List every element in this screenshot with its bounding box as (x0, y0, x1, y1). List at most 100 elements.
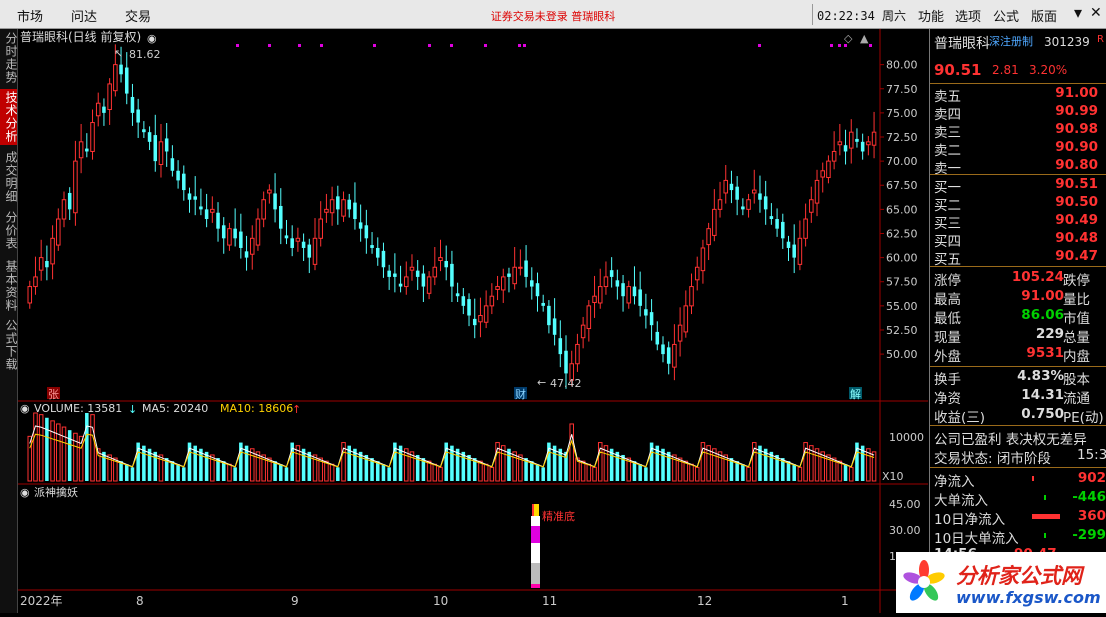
volume-bar (182, 467, 186, 481)
menu-options[interactable]: 选项 (955, 6, 981, 25)
signal-dot (838, 44, 841, 47)
volume-bar (170, 461, 175, 481)
candle-body (404, 276, 409, 288)
volume-bar (837, 460, 843, 482)
candle-body (113, 64, 118, 92)
last-price: 90.51 (934, 61, 982, 79)
candle-body (871, 131, 877, 146)
row-label: 买五 (934, 252, 961, 268)
ma10-up-arrow-icon: ↑ (292, 403, 301, 416)
candle-body (735, 186, 739, 200)
menu-layout[interactable]: 版面 (1031, 6, 1057, 25)
volume-bar (694, 466, 700, 482)
row-right-label: 股本 (1063, 372, 1090, 388)
ask-level-2: 卖二 90.90 (934, 139, 1106, 159)
candle-body (524, 260, 528, 277)
candle-body (164, 138, 169, 152)
watermark-text: 分析家公式网 (956, 564, 1082, 588)
volume-bar (632, 461, 637, 481)
candle-body (50, 237, 55, 265)
diamond-icon[interactable]: ◇ (844, 32, 853, 45)
volume-unit: X10 (882, 470, 904, 483)
volume-bar (336, 467, 340, 481)
minimize-icon[interactable]: ▾ (1074, 3, 1082, 22)
volume-bar (717, 451, 723, 482)
volume-bar (375, 461, 380, 481)
row-right-label: 流通 (1063, 391, 1090, 407)
scroll-up-icon[interactable]: ▲ (860, 32, 869, 45)
candle-body (723, 179, 729, 194)
price-tick: 77.50 (886, 83, 918, 96)
candle-body (483, 305, 489, 323)
volume-bar (38, 414, 44, 482)
row-value: 9531 (1026, 345, 1064, 361)
price-tick: 50.00 (886, 348, 918, 361)
candle-body (170, 158, 175, 171)
signal-dot (450, 44, 453, 47)
candle-body (375, 247, 380, 258)
volume-bar (792, 464, 796, 481)
candle-body (56, 218, 61, 246)
x-label-2022: 2022年 (20, 594, 63, 608)
candle-body (580, 324, 586, 339)
volume-bar (130, 467, 135, 481)
chart-title: 普瑞眼科(日线 前复权) (20, 29, 141, 44)
chart-area[interactable]: 50.00 52.50 55.00 57.50 60.00 62.50 65.00 67.50… (18, 29, 928, 613)
candle-body (792, 244, 796, 258)
row-value: 14.31 (1021, 387, 1064, 403)
menu-function[interactable]: 功能 (918, 6, 944, 25)
tab-intraday[interactable]: 分时走势 (0, 31, 18, 85)
candle-body (221, 225, 226, 239)
price-change: 2.81 (992, 63, 1019, 77)
candle-body (421, 273, 426, 287)
row-label: 买二 (934, 198, 961, 214)
menu-wenda[interactable]: 问达 (71, 6, 97, 25)
volume-bar (67, 430, 72, 481)
volume-icon[interactable]: ◉ (20, 402, 30, 415)
candle-body (609, 270, 614, 277)
candle-body (136, 109, 140, 123)
row-value: 90.98 (1055, 121, 1098, 137)
row-value: 0.750 (1021, 406, 1064, 422)
candle-body (387, 270, 391, 277)
candle-body (370, 245, 374, 248)
tab-fundamentals[interactable]: 基本资料 (0, 259, 18, 313)
candle-body (860, 141, 865, 152)
close-icon[interactable]: ✕ (1090, 5, 1102, 21)
candle-body (142, 129, 146, 133)
chart-canvas[interactable]: 50.00 52.50 55.00 57.50 60.00 62.50 65.00 67.50… (18, 29, 928, 613)
row-value: 90.99 (1055, 103, 1098, 119)
candle-body (239, 231, 243, 248)
candle-body (655, 331, 660, 345)
cai-marker: 财 (515, 387, 526, 401)
volume-bar (580, 460, 586, 482)
volume-bar (358, 451, 363, 481)
low-marker: ← (537, 376, 546, 389)
candle-body (797, 237, 803, 265)
flow-value: 360 (1077, 508, 1106, 524)
chart-menu-icon[interactable]: ◉ (147, 32, 157, 45)
candle-body (751, 189, 757, 194)
row-right-label: PE(动) (1063, 410, 1104, 426)
row-value: 90.49 (1055, 212, 1098, 228)
signal-dot (869, 44, 872, 47)
stat2-row: 换手 4.83% 股本 (934, 368, 1106, 388)
tab-price-table[interactable]: 分价表 (0, 209, 18, 251)
row-right-label: 内盘 (1063, 349, 1090, 365)
signal-dot (298, 44, 301, 47)
menu-trade[interactable]: 交易 (125, 6, 151, 25)
menu-market[interactable]: 市场 (17, 6, 43, 25)
row-label: 卖四 (934, 107, 961, 123)
menu-formula[interactable]: 公式 (993, 6, 1019, 25)
row-value: 4.83% (1017, 368, 1064, 384)
candle-body (27, 286, 33, 304)
indicator-icon[interactable]: ◉ (20, 486, 30, 499)
price-tick: 52.50 (886, 324, 918, 337)
tab-trades[interactable]: 成交明细 (0, 151, 18, 203)
candle-body (67, 192, 72, 210)
tab-technical[interactable]: 技术分析 (0, 89, 18, 145)
x-label-9: 9 (291, 594, 299, 608)
tab-formula-download[interactable]: 公式下载 (0, 319, 18, 371)
candle-body (820, 170, 825, 178)
candle-body (500, 276, 506, 291)
